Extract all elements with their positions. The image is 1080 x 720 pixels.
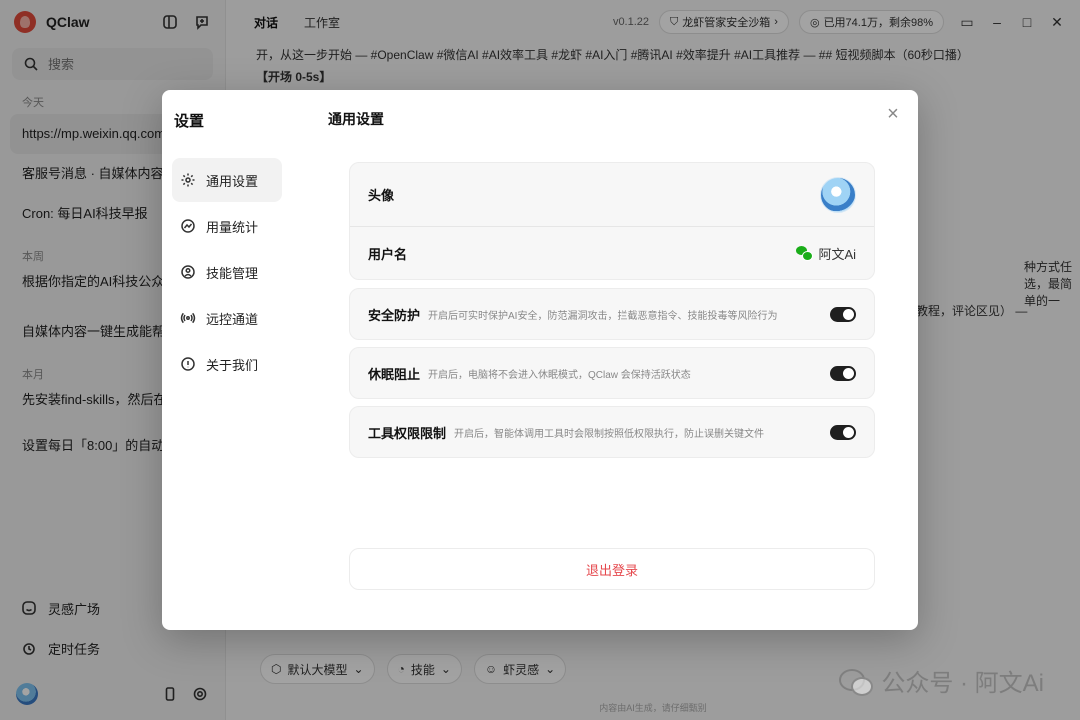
security-protection-toggle[interactable]: [830, 306, 856, 322]
setting-description: 开启后，电脑将不会进入休眠模式，QClaw 会保持活跃状态: [428, 369, 691, 381]
username-row: 用户名 阿文Ai: [350, 227, 874, 279]
avatar-row[interactable]: 头像: [350, 163, 874, 227]
chart-icon: [181, 219, 195, 233]
section-title: 通用设置: [328, 111, 384, 127]
profile-avatar[interactable]: [820, 176, 856, 213]
wechat-icon: [796, 245, 814, 261]
skill-icon: [181, 265, 195, 279]
gear-icon: [181, 173, 195, 187]
dialog-title: 设置: [174, 113, 205, 130]
signal-icon: [180, 312, 196, 324]
watermark: 公众号 · 阿文Ai: [839, 663, 1044, 698]
logout-button[interactable]: 退出登录: [349, 548, 875, 590]
close-icon[interactable]: ×: [882, 104, 904, 126]
security-protection-row: 安全防护 开启后可实时保护AI安全，防范漏洞攻击，拦截恶意指令、技能投毒等风险行…: [349, 288, 875, 340]
settings-dialog: 设置 通用设置 × 通用设置 用量统计 技能管理 远控通道 关于我们 头像 用户…: [162, 90, 918, 630]
username-value: 阿文Ai: [818, 246, 856, 262]
sleep-prevention-toggle[interactable]: [830, 365, 856, 381]
sleep-prevention-row: 休眠阻止 开启后，电脑将不会进入休眠模式，QClaw 会保持活跃状态: [349, 347, 875, 399]
nav-about-us[interactable]: 关于我们: [172, 342, 282, 386]
avatar-label: 头像: [368, 188, 395, 203]
info-icon: [181, 357, 195, 371]
wechat-official-account-icon: [839, 667, 874, 696]
nav-remote-channel[interactable]: 远控通道: [172, 296, 282, 340]
tool-permission-toggle[interactable]: [830, 424, 856, 440]
profile-card: 头像 用户名 阿文Ai: [349, 162, 875, 280]
nav-skill-management[interactable]: 技能管理: [172, 250, 282, 294]
tool-permission-row: 工具权限限制 开启后，智能体调用工具时会限制按照低权限执行，防止误删关键文件: [349, 406, 875, 458]
nav-usage-stats[interactable]: 用量统计: [172, 204, 282, 248]
setting-description: 开启后可实时保护AI安全，防范漏洞攻击，拦截恶意指令、技能投毒等风险行为: [428, 310, 778, 322]
setting-description: 开启后，智能体调用工具时会限制按照低权限执行，防止误删关键文件: [454, 428, 765, 440]
nav-general-settings[interactable]: 通用设置: [172, 158, 282, 202]
username-label: 用户名: [368, 246, 408, 262]
settings-nav: 通用设置 用量统计 技能管理 远控通道 关于我们: [172, 158, 282, 388]
